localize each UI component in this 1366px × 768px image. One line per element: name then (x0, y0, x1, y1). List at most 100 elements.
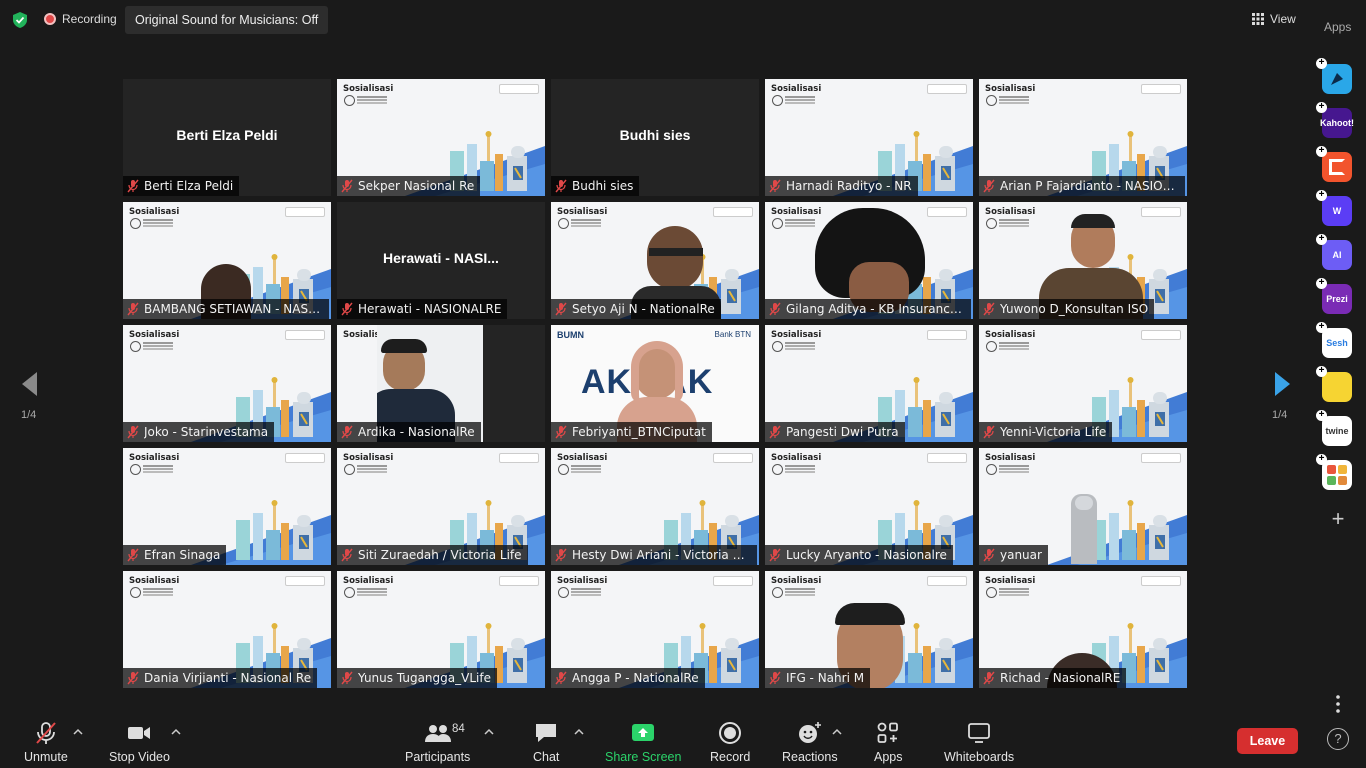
participant-tile[interactable]: Sosialisasi IFG - Nahri M (765, 571, 973, 688)
participant-tile[interactable]: Herawati - NASI... Herawati - NASIONALRE (337, 202, 545, 319)
muted-mic-icon (555, 302, 567, 316)
slide-title: Sosialisasi (129, 453, 180, 463)
original-sound-button[interactable]: Original Sound for Musicians: Off (125, 6, 329, 34)
chat-options-chevron-icon[interactable] (574, 728, 584, 736)
pitch-app-icon[interactable]: + (1316, 58, 1352, 94)
shield-icon[interactable] (11, 11, 29, 29)
slide-title: Sosialisasi (557, 576, 608, 586)
twine-app-icon[interactable]: + twine (1316, 410, 1352, 446)
muted-mic-icon (341, 302, 353, 316)
participant-tile[interactable]: Sosialisasi Harnadi Radityo - NR (765, 79, 973, 196)
unmute-button[interactable]: Unmute (24, 720, 68, 764)
record-dot-icon (44, 13, 56, 25)
participant-tile[interactable]: Sosialisasi Hesty Dwi Ariani - Victoria L… (551, 448, 759, 565)
apps-button[interactable]: Apps (874, 720, 903, 764)
seal-icon (344, 95, 355, 106)
company-logo (713, 453, 753, 463)
participant-name: Dania Virjianti - Nasional Re (144, 671, 312, 685)
participant-tile[interactable]: Sosialisasi Sekper Nasional Re (337, 79, 545, 196)
slide-title: Sosialisasi (129, 330, 180, 340)
view-button[interactable]: View (1252, 12, 1296, 26)
app-label: Kahoot! (1320, 118, 1354, 128)
apps-panel-title[interactable]: Apps (1324, 20, 1351, 34)
stop-video-button[interactable]: Stop Video (109, 720, 170, 764)
record-label: Record (710, 750, 751, 764)
reactions-options-chevron-icon[interactable] (832, 728, 842, 736)
participant-tile[interactable]: Sosialisasi Lucky Aryanto - Nasionalre (765, 448, 973, 565)
company-logo (927, 453, 967, 463)
participant-name-label: Setyo Aji N - NationalRe (551, 299, 721, 319)
participant-name-label: IFG - Nahri M (765, 668, 871, 688)
participant-tile[interactable]: Berti Elza Peldi Berti Elza Peldi (123, 79, 331, 196)
share-screen-button[interactable]: Share Screen (605, 720, 681, 764)
participant-name-label: yanuar (979, 545, 1048, 565)
previous-page-arrow-icon[interactable] (16, 369, 46, 399)
participant-tile[interactable]: Sosialisasi Pangesti Dwi Putra (765, 325, 973, 442)
muted-mic-icon (341, 548, 353, 562)
record-button[interactable]: Record (710, 720, 750, 764)
chat-button[interactable]: Chat (533, 720, 559, 764)
participant-tile[interactable]: Sosialisasi Yunus Tugangga_VLife (337, 571, 545, 688)
seal-icon (344, 587, 355, 598)
ai-companion-app-icon[interactable]: + AI (1316, 234, 1352, 270)
participant-tile[interactable]: Budhi sies Budhi sies (551, 79, 759, 196)
slide-title: Sosialisasi (343, 84, 394, 94)
participant-tile[interactable]: Sosialisasi Richad - NasionalRE (979, 571, 1187, 688)
participant-tile[interactable]: Sosialisasi Yuwono D_Konsultan ISO (979, 202, 1187, 319)
participant-tile[interactable]: Sosialisasi Dania Virjianti - Nasional Re (123, 571, 331, 688)
seal-icon (772, 587, 783, 598)
participant-tile[interactable]: BUMN Bank BTN AK AK Febriyanti_BTNCiputat (551, 325, 759, 442)
participant-name: Angga P - NationalRe (572, 671, 699, 685)
participant-tile[interactable]: Sosialisasi Arian P Fajardianto - NASION.… (979, 79, 1187, 196)
wooclap-app-icon[interactable]: + W (1316, 190, 1352, 226)
whiteboard-icon (968, 723, 990, 743)
app-label: Prezi (1326, 294, 1348, 304)
miro-app-icon[interactable]: + (1316, 146, 1352, 182)
video-options-chevron-icon[interactable] (171, 728, 181, 736)
leave-button[interactable]: Leave (1237, 728, 1298, 754)
bumn-logo: BUMN (557, 330, 584, 340)
participant-name: Siti Zuraedah / Victoria Life (358, 548, 522, 562)
game-app-icon[interactable]: + (1316, 366, 1352, 402)
participant-tile[interactable]: Sosialisasi yanuar (979, 448, 1187, 565)
participant-name: Febriyanti_BTNCiputat (572, 425, 706, 439)
add-plus-icon: + (1316, 146, 1327, 157)
participant-tile[interactable]: Sosialisasi BAMBANG SETIAWAN - NASION... (123, 202, 331, 319)
next-page-arrow-icon[interactable] (1267, 369, 1297, 399)
company-logo (499, 453, 539, 463)
page-indicator-left: 1/4 (21, 409, 37, 421)
more-options-icon[interactable] (1330, 694, 1346, 714)
participant-name-label: Berti Elza Peldi (123, 176, 240, 196)
mosaic-app-icon[interactable]: + (1316, 454, 1352, 490)
participant-name: Yuwono D_Konsultan ISO (1000, 302, 1149, 316)
participant-name: Sekper Nasional Re (358, 179, 475, 193)
participant-tile[interactable]: Sosialisasi Siti Zuraedah / Victoria Life (337, 448, 545, 565)
audio-options-chevron-icon[interactable] (73, 728, 83, 736)
zoom-meeting-window: Recording Original Sound for Musicians: … (0, 0, 1366, 768)
participant-tile[interactable]: Sosialisasi Efran Sinaga (123, 448, 331, 565)
recording-indicator[interactable]: Recording (44, 12, 117, 26)
reactions-button[interactable]: Reactions (782, 720, 838, 764)
sesh-app-icon[interactable]: + Sesh (1316, 322, 1352, 358)
participant-tile[interactable]: Sosialisasi Yenni-Victoria Life (979, 325, 1187, 442)
participant-tile[interactable]: Sosialisasi Joko - Starinvestama (123, 325, 331, 442)
company-logo (927, 84, 967, 94)
add-app-icon[interactable]: + (1327, 508, 1349, 531)
participant-name: Gilang Aditya - KB Insurance I... (786, 302, 965, 316)
slide-title: Sosialisasi (129, 576, 180, 586)
prezi-app-icon[interactable]: + Prezi (1316, 278, 1352, 314)
seal-icon (772, 341, 783, 352)
participant-tile[interactable]: SosialisasiArdika - NasionalRe (337, 325, 545, 442)
participants-options-chevron-icon[interactable] (484, 728, 494, 736)
participant-tile[interactable]: Sosialisasi Setyo Aji N - NationalRe (551, 202, 759, 319)
muted-mic-icon (769, 302, 781, 316)
kahoot-app-icon[interactable]: + Kahoot! (1316, 102, 1354, 138)
app-label: W (1332, 206, 1342, 216)
help-icon[interactable]: ? (1327, 728, 1349, 750)
participant-tile[interactable]: Sosialisasi Gilang Aditya - KB Insurance … (765, 202, 973, 319)
company-logo (285, 453, 325, 463)
whiteboards-button[interactable]: Whiteboards (944, 720, 1014, 764)
muted-mic-icon (127, 548, 139, 562)
participant-name-label: Febriyanti_BTNCiputat (551, 422, 712, 442)
participant-tile[interactable]: Sosialisasi Angga P - NationalRe (551, 571, 759, 688)
